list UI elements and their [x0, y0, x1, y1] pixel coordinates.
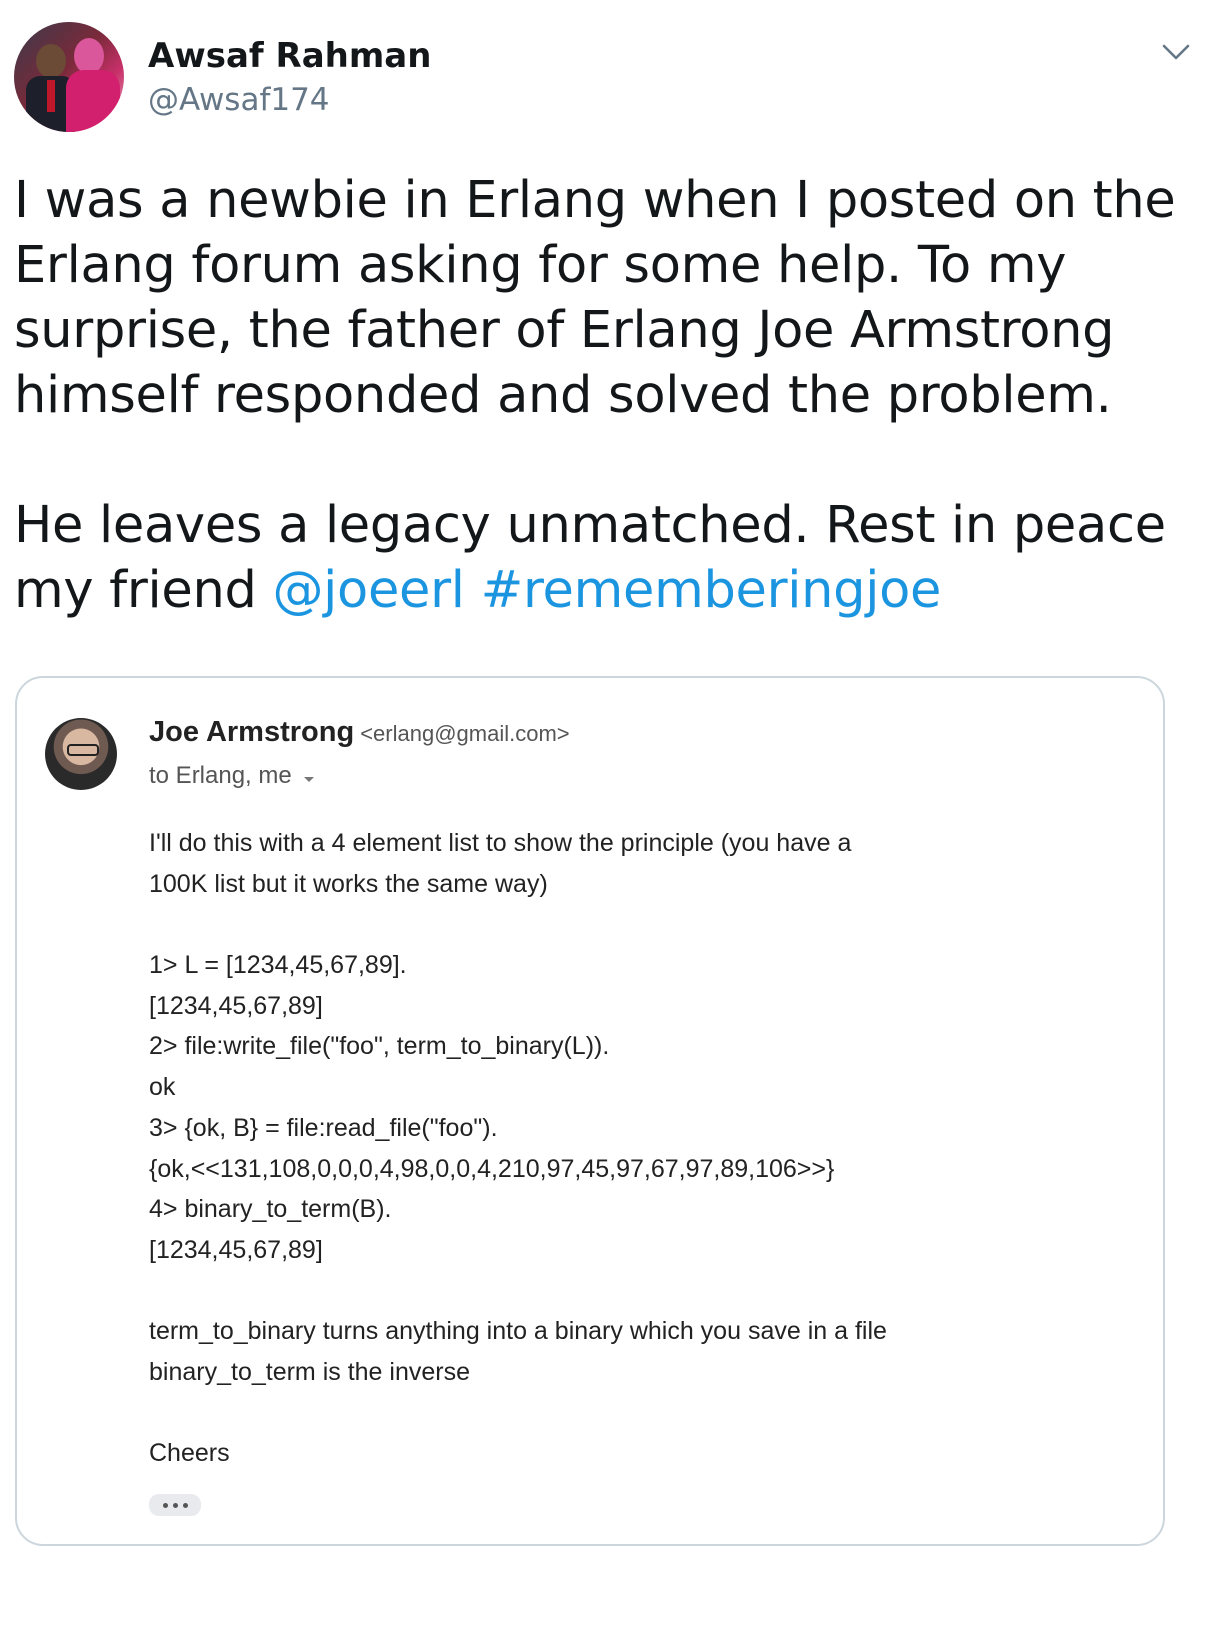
attached-image[interactable]: Joe Armstrong <erlang@gmail.com> to Erlan… — [15, 676, 1165, 1546]
sender-avatar — [45, 718, 117, 790]
email-recipients: to Erlang, me — [149, 762, 318, 790]
ellipsis-dot-icon — [182, 1502, 188, 1508]
email-body-line: 4> binary_to_term(B). — [149, 1195, 392, 1224]
email-sender-address: <erlang@gmail.com> — [360, 721, 570, 746]
ellipsis-dot-icon — [172, 1502, 178, 1508]
email-body-line: I'll do this with a 4 element list to sh… — [149, 829, 852, 857]
email-body-line: 2> file:write_file("foo", term_to_binary… — [149, 1032, 610, 1061]
email-body-line: {ok,<<131,108,0,0,0,4,98,0,0,4,210,97,45… — [149, 1154, 835, 1183]
email-body-line: Cheers — [149, 1439, 230, 1468]
email-body: I'll do this with a 4 element list to sh… — [149, 823, 1109, 1474]
email-body-line — [149, 1393, 1109, 1434]
email-body-line — [149, 1271, 1109, 1312]
email-sender-name: Joe Armstrong — [149, 716, 355, 748]
tweet-text: I was a newbie in Erlang when I posted o… — [14, 168, 1194, 623]
show-trimmed-content-button[interactable] — [149, 1494, 201, 1516]
email-recipients-text: to Erlang, me — [149, 762, 292, 789]
email-body-line: term_to_binary turns anything into a bin… — [149, 1317, 887, 1346]
mention-link[interactable]: @joeerl — [272, 561, 464, 620]
author-avatar[interactable] — [14, 22, 124, 132]
dropdown-arrow-icon — [300, 767, 318, 785]
email-body-line — [149, 904, 1109, 945]
email-body-line: 3> {ok, B} = file:read_file("foo"). — [149, 1113, 498, 1142]
email-body-line: 100K list but it works the same way) — [149, 869, 548, 898]
email-body-line: 1> L = [1234,45,67,89]. — [149, 951, 407, 980]
author-display-name[interactable]: Awsaf Rahman — [148, 36, 431, 76]
email-body-line: [1234,45,67,89] — [149, 1235, 323, 1264]
hashtag-link[interactable]: #rememberingjoe — [481, 561, 942, 620]
ellipsis-dot-icon — [162, 1502, 168, 1508]
tweet-paragraph: I was a newbie in Erlang when I posted o… — [14, 171, 1176, 425]
tweet-paragraph: He leaves a legacy unmatched. Rest in pe… — [14, 493, 1194, 623]
email-sender-line: Joe Armstrong <erlang@gmail.com> — [149, 716, 570, 749]
email-body-line: ok — [149, 1073, 176, 1102]
email-body-line: [1234,45,67,89] — [149, 991, 323, 1020]
tweet-header: Awsaf Rahman @Awsaf174 — [14, 22, 1214, 132]
chevron-down-icon[interactable] — [1156, 32, 1196, 72]
email-body-line: binary_to_term is the inverse — [149, 1357, 470, 1386]
author-handle[interactable]: @Awsaf174 — [148, 82, 330, 118]
